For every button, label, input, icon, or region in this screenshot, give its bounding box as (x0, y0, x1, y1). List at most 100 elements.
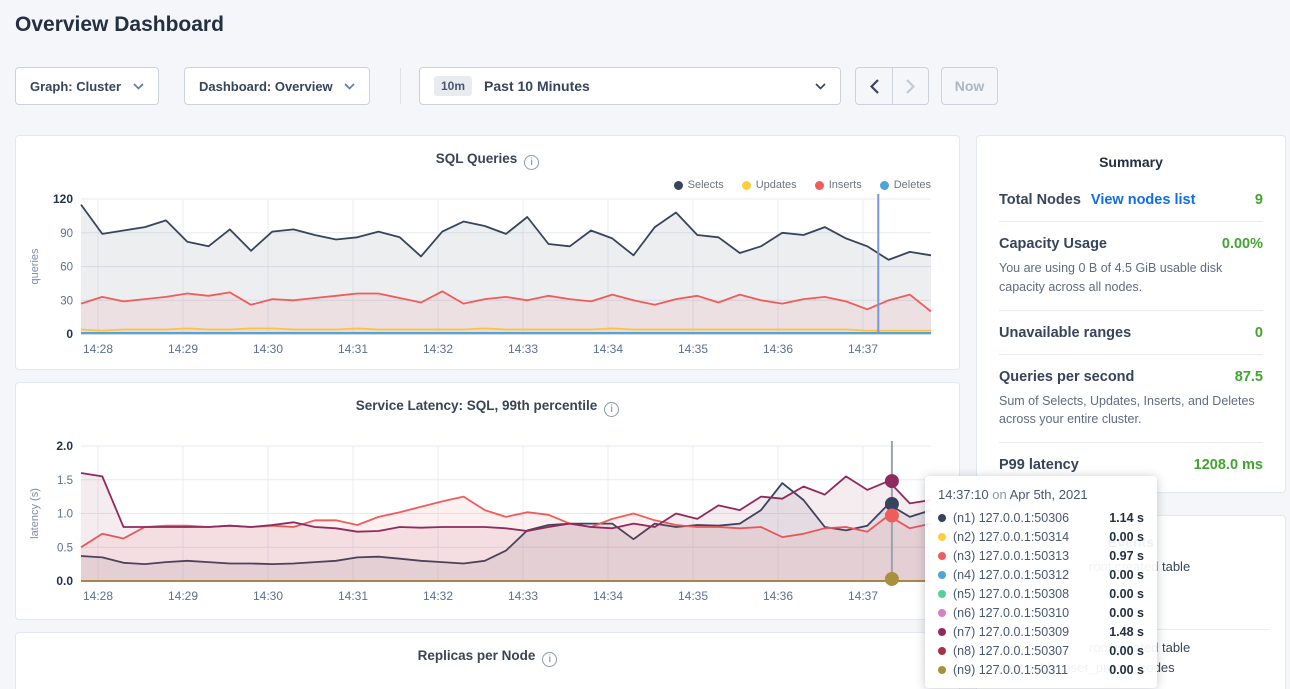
series-dot-icon (938, 514, 946, 522)
tooltip-row: (n2) 127.0.0.1:503140.00 s (938, 527, 1144, 546)
next-time-button[interactable] (892, 68, 928, 104)
svg-text:14:35: 14:35 (678, 589, 708, 603)
qps-value: 87.5 (1235, 369, 1263, 385)
qps-label: Queries per second (999, 369, 1134, 385)
time-range-dropdown[interactable]: 10m Past 10 Minutes (419, 67, 841, 105)
tooltip-node-value: 1.48 s (1109, 625, 1144, 639)
unavailable-ranges-label: Unavailable ranges (999, 325, 1131, 341)
tooltip-row: (n1) 127.0.0.1:50306 1.14 s (938, 508, 1144, 527)
tooltip-date: Apr 5th, 2021 (1010, 487, 1088, 502)
svg-text:14:28: 14:28 (83, 589, 113, 603)
svg-text:60: 60 (60, 262, 73, 274)
svg-text:2.0: 2.0 (56, 439, 73, 453)
total-nodes-label: Total Nodes (999, 192, 1081, 208)
svg-text:90: 90 (60, 228, 73, 240)
svg-text:latency (s): latency (s) (29, 488, 41, 539)
capacity-usage-label: Capacity Usage (999, 236, 1107, 252)
service-latency-title: Service Latency: SQL, 99th percentile i (16, 398, 959, 417)
svg-text:14:37: 14:37 (848, 342, 878, 356)
service-latency-chart[interactable]: 14:2814:2914:3014:3114:3214:3314:3414:35… (16, 438, 961, 616)
tooltip-node-label: (n4) 127.0.0.1:50312 (953, 568, 1069, 582)
replicas-per-node-title: Replicas per Node i (16, 648, 959, 667)
summary-row-total-nodes: Total Nodes View nodes list 9 (999, 178, 1263, 221)
summary-row-qps: Queries per second 87.5 Sum of Selects, … (999, 354, 1263, 443)
series-dot-icon (938, 533, 946, 541)
svg-text:14:29: 14:29 (168, 589, 198, 603)
tooltip-node-label: (n8) 127.0.0.1:50307 (953, 644, 1069, 658)
tooltip-row: (n9) 127.0.0.1:50311 0.00 s (938, 660, 1144, 679)
series-dot-icon (938, 571, 946, 579)
series-dot-icon (742, 181, 751, 190)
view-nodes-list-link[interactable]: View nodes list (1091, 192, 1196, 208)
svg-text:14:34: 14:34 (593, 342, 623, 356)
svg-text:14:36: 14:36 (763, 589, 793, 603)
svg-text:14:30: 14:30 (253, 589, 283, 603)
chevron-left-icon (870, 79, 879, 94)
svg-text:14:36: 14:36 (763, 342, 793, 356)
svg-text:14:29: 14:29 (168, 342, 198, 356)
qps-description: Sum of Selects, Updates, Inserts, and De… (999, 392, 1263, 430)
tooltip-row: (n5) 127.0.0.1:50308 0.00 s (938, 584, 1144, 603)
service-latency-panel: Service Latency: SQL, 99th percentile i 1… (15, 382, 960, 620)
previous-time-button[interactable] (856, 68, 892, 104)
legend-label: Updates (756, 179, 797, 191)
summary-panel: Summary Total Nodes View nodes list 9 Ca… (976, 135, 1286, 493)
p99-latency-value: 1208.0 ms (1194, 457, 1263, 473)
info-icon[interactable]: i (604, 402, 619, 417)
tooltip-node-label: (n9) 127.0.0.1:50311 (953, 663, 1068, 677)
chevron-right-icon (906, 79, 915, 94)
tooltip-node-label: (n7) 127.0.0.1:50309 (953, 625, 1069, 639)
series-dot-icon (938, 609, 946, 617)
sql-queries-chart[interactable]: 14:2814:2914:3014:3114:3214:3314:3414:35… (16, 191, 961, 369)
tooltip-row: (n6) 127.0.0.1:503100.00 s (938, 603, 1144, 622)
sql-queries-title: SQL Queriesi (16, 151, 959, 170)
now-button[interactable]: Now (941, 67, 998, 105)
total-nodes-value: 9 (1255, 192, 1263, 208)
series-dot-icon (938, 552, 946, 560)
legend-label: Selects (688, 179, 724, 191)
tooltip-node-value: 0.00 s (1109, 587, 1144, 601)
tooltip-node-label: (n6) 127.0.0.1:50310 (953, 606, 1069, 620)
chart-title-text: Service Latency: SQL, 99th percentile (356, 398, 598, 413)
svg-text:14:32: 14:32 (423, 342, 453, 356)
legend-item: Deletes (880, 179, 931, 191)
svg-text:14:37: 14:37 (848, 589, 878, 603)
series-dot-icon (938, 590, 946, 598)
svg-text:30: 30 (60, 295, 73, 307)
graph-selector-dropdown[interactable]: Graph: Cluster (15, 67, 159, 105)
summary-row-capacity: Capacity Usage 0.00% You are using 0 B o… (999, 221, 1263, 310)
summary-row-unavailable-ranges: Unavailable ranges 0 (999, 310, 1263, 354)
svg-text:120: 120 (53, 192, 73, 206)
svg-text:14:33: 14:33 (508, 342, 538, 356)
tooltip-node-value: 0.00 s (1109, 568, 1144, 582)
summary-title: Summary (977, 136, 1285, 178)
chevron-down-icon (815, 83, 826, 90)
dashboard-selector-label: Dashboard: Overview (199, 79, 333, 94)
tooltip-node-label: (n1) 127.0.0.1:50306 (953, 511, 1069, 525)
legend-label: Inserts (829, 179, 862, 191)
svg-text:queries: queries (29, 248, 41, 285)
series-dot-icon (938, 647, 946, 655)
chart-title-text: Replicas per Node (418, 648, 536, 663)
info-icon[interactable]: i (524, 155, 539, 170)
legend-item: Selects (674, 179, 724, 191)
replicas-per-node-panel: Replicas per Node i (15, 632, 960, 689)
chevron-down-icon (344, 83, 355, 90)
tooltip-node-value: 1.14 s (1109, 511, 1144, 525)
time-range-badge: 10m (434, 76, 472, 96)
tooltip-node-label: (n2) 127.0.0.1:50314 (953, 530, 1069, 544)
tooltip-node-label: (n5) 127.0.0.1:50308 (953, 587, 1069, 601)
svg-text:14:33: 14:33 (508, 589, 538, 603)
sql-queries-legend: Selects Updates Inserts Deletes (674, 179, 931, 191)
divider (400, 68, 401, 104)
tooltip-node-value: 0.00 s (1109, 663, 1144, 677)
info-icon[interactable]: i (542, 652, 557, 667)
capacity-usage-value: 0.00% (1222, 236, 1263, 252)
tooltip-node-value: 0.97 s (1109, 549, 1144, 563)
tooltip-time: 14:37:10 (938, 487, 989, 502)
series-dot-icon (938, 628, 946, 636)
dashboard-selector-dropdown[interactable]: Dashboard: Overview (184, 67, 370, 105)
series-dot-icon (674, 181, 683, 190)
svg-text:14:32: 14:32 (423, 589, 453, 603)
chevron-down-icon (133, 83, 144, 90)
